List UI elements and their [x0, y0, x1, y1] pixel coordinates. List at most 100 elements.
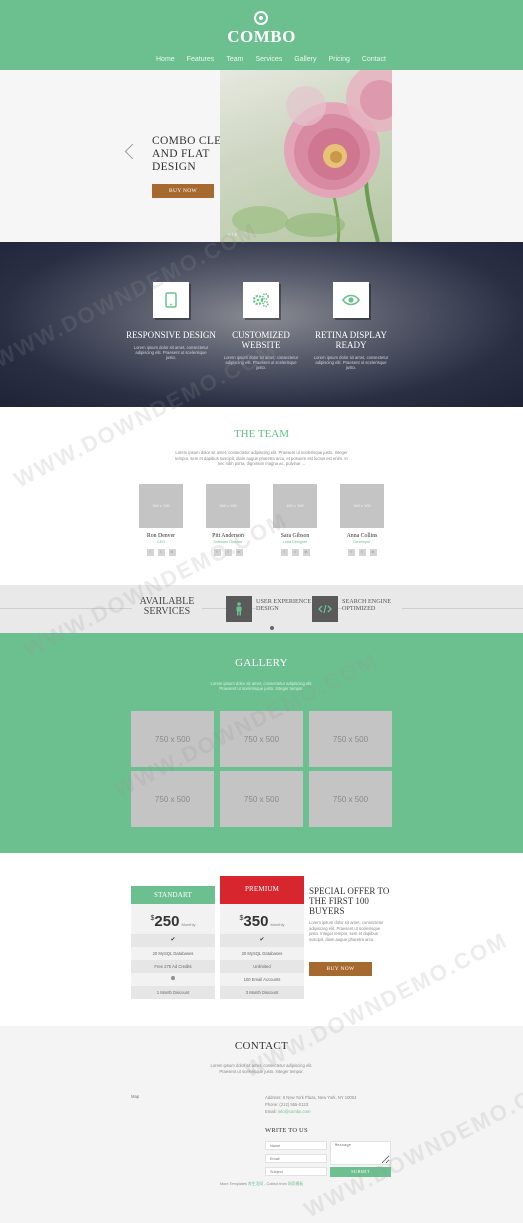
nav-team[interactable]: Team	[220, 56, 249, 63]
member-role: Lead Designer	[282, 540, 308, 544]
feature-title: RESPONSIVE DESIGN	[126, 330, 216, 340]
plan-feature: 20 MySQL Databases	[131, 947, 215, 960]
footer-prefix: More Templates	[219, 1182, 248, 1186]
facebook-icon[interactable]: f	[213, 549, 221, 556]
submit-button[interactable]: SUBMIT	[330, 1167, 391, 1177]
offer-buy-button[interactable]: BUY NOW	[309, 962, 372, 976]
footer-link[interactable]: 网页模板	[288, 1182, 303, 1186]
plan-feature: 20 MySQL Databases	[220, 947, 304, 960]
member-name: Sara Gibson	[280, 533, 310, 539]
price-period: Monthly	[270, 922, 285, 927]
service-label: SEARCH ENGINE OPTIMIZED	[342, 598, 402, 612]
nav-gallery[interactable]: Gallery	[288, 56, 322, 63]
footer-link[interactable]: 库生活网	[248, 1182, 263, 1186]
footer-credits: More Templates 库生活网 - Collect from 网页模板	[0, 1182, 523, 1187]
main-nav: Home Features Team Services Gallery Pric…	[150, 56, 392, 63]
services-title: AVAILABLE SERVICES	[132, 597, 202, 617]
plan-standard: STANDART $250 Monthly ✔ 20 MySQL Database…	[131, 886, 215, 999]
plan-price: $350 Monthly	[220, 904, 304, 934]
check-icon: ✔	[220, 934, 304, 947]
member-role: CEO	[156, 540, 166, 544]
twitter-icon[interactable]: t	[358, 549, 366, 556]
email-line: Email: info@combo.com	[265, 1108, 395, 1115]
form-title: WRITE TO US	[265, 1127, 308, 1134]
contact-title: CONTACT	[234, 1040, 289, 1052]
linkedin-icon[interactable]: in	[168, 549, 176, 556]
member-photo: 160 x 160	[206, 484, 250, 528]
linkedin-icon[interactable]: in	[369, 549, 377, 556]
feature-title: CUSTOMIZED WEBSITE	[232, 330, 290, 350]
plan-name: PREMIUM	[220, 876, 304, 904]
message-textarea[interactable]	[330, 1141, 391, 1165]
nav-contact[interactable]: Contact	[356, 56, 392, 63]
slider-prev-icon[interactable]	[124, 143, 141, 160]
price-period: Monthly	[181, 922, 196, 927]
cross-icon: ⊗	[131, 973, 215, 986]
plan-feature: Unlimited	[220, 960, 304, 973]
service-label: USER EXPERIENCE DESIGN	[256, 598, 316, 612]
offer-title: SPECIAL OFFER TO THE FIRST 100 BUYERS	[309, 886, 390, 916]
email-link[interactable]: info@combo.com	[278, 1109, 311, 1114]
linkedin-icon[interactable]: in	[302, 549, 310, 556]
nav-services[interactable]: Services	[249, 56, 288, 63]
twitter-icon[interactable]: t	[224, 549, 232, 556]
footer-mid: - Collect from	[263, 1182, 288, 1186]
gallery-subtitle: Lorem ipsum dolor sit amet, consectetur …	[210, 681, 313, 692]
email-label: Email:	[265, 1109, 278, 1114]
gallery-tile[interactable]: 750 x 500	[131, 771, 214, 827]
linkedin-icon[interactable]: in	[235, 549, 243, 556]
code-icon[interactable]	[312, 596, 338, 622]
phone-line: Phone: (212) 555-0123	[265, 1102, 309, 1107]
team-member: 160 x 160 Pitt Anderson Software Directo…	[198, 484, 258, 556]
member-name: Pitt Anderson	[212, 533, 244, 539]
hero-slider: COMBO CLEAN AND FLAT DESIGN BUY NOW	[0, 70, 523, 242]
facebook-icon[interactable]: f	[347, 549, 355, 556]
plan-feature: Free 275 Ad Credits	[131, 960, 215, 973]
price-amount: 350	[243, 913, 269, 930]
nav-features[interactable]: Features	[181, 56, 221, 63]
gallery-tile[interactable]: 750 x 500	[220, 711, 303, 767]
twitter-icon[interactable]: t	[157, 549, 165, 556]
carousel-dot[interactable]	[270, 626, 274, 630]
feature-customized: CUSTOMIZED WEBSITE Lorem ipsum dolor sit…	[216, 282, 306, 371]
plan-feature: 100 Email Accounts	[220, 973, 304, 986]
team-member: 160 x 160 Anna Collins Developer f t in	[332, 484, 392, 556]
team-intro: Lorem ipsum dolor sit amet, consectetur …	[175, 450, 348, 466]
name-input[interactable]	[265, 1141, 327, 1150]
offer-text: Lorem ipsum dolor sit amet, consectetur …	[309, 920, 384, 942]
member-role: Software Director	[213, 540, 243, 544]
brand-logo[interactable]: COMBO	[0, 27, 523, 47]
person-icon[interactable]	[226, 596, 252, 622]
plan-name: STANDART	[131, 886, 215, 904]
twitter-icon[interactable]: t	[291, 549, 299, 556]
email-input[interactable]	[265, 1154, 327, 1163]
contact-section	[0, 1026, 523, 1206]
team-title: THE TEAM	[233, 428, 290, 440]
check-icon: ✔	[131, 934, 215, 947]
gallery-tile[interactable]: 750 x 500	[309, 771, 392, 827]
logo-icon[interactable]	[254, 11, 268, 25]
nav-home[interactable]: Home	[150, 56, 181, 63]
nav-pricing[interactable]: Pricing	[322, 56, 355, 63]
member-photo: 160 x 160	[340, 484, 384, 528]
plan-premium: PREMIUM $350 Monthly ✔ 20 MySQL Databases…	[220, 876, 304, 999]
contact-details: Address: 6 New York Plaza, New York, NY …	[265, 1094, 395, 1115]
subject-input[interactable]	[265, 1167, 327, 1176]
tablet-icon	[153, 282, 189, 318]
gallery-tile[interactable]: 750 x 500	[220, 771, 303, 827]
team-member: 160 x 160 Sara Gibson Lead Designer f t in	[265, 484, 325, 556]
feature-text: Lorem ipsum dolor sit amet, consectetur …	[313, 355, 389, 371]
feature-title: RETINA DISPLAY READY	[315, 330, 387, 350]
member-photo: 160 x 160	[273, 484, 317, 528]
member-photo: 160 x 160	[139, 484, 183, 528]
facebook-icon[interactable]: f	[146, 549, 154, 556]
feature-text: Lorem ipsum dolor sit amet, consectetur …	[133, 345, 209, 361]
plan-feature: 3 Month Discount	[220, 986, 304, 999]
address-line: Address: 6 New York Plaza, New York, NY …	[265, 1095, 357, 1100]
member-name: Ron Denver	[146, 533, 176, 539]
feature-retina: RETINA DISPLAY READY Lorem ipsum dolor s…	[306, 282, 396, 371]
gallery-tile[interactable]: 750 x 500	[131, 711, 214, 767]
facebook-icon[interactable]: f	[280, 549, 288, 556]
hero-buy-button[interactable]: BUY NOW	[152, 184, 214, 198]
gallery-tile[interactable]: 750 x 500	[309, 711, 392, 767]
